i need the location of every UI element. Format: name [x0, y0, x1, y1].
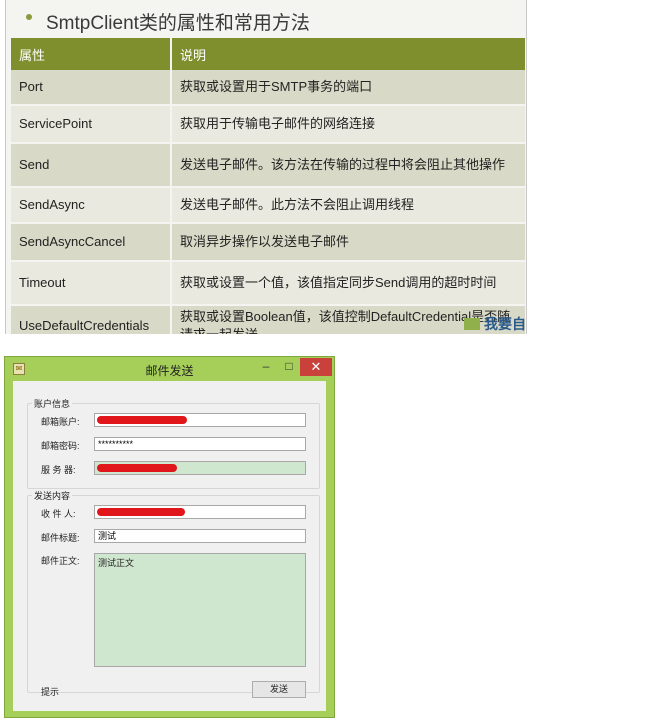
table-header-row: 属性 说明 — [11, 38, 526, 70]
recipient-label: 收 件 人: — [41, 509, 76, 519]
properties-table: 属性 说明 Port 获取或设置用于SMTP事务的端口 ServicePoint… — [11, 38, 526, 334]
watermark: 我要自 — [464, 314, 526, 334]
property-name: UseDefaultCredentials — [11, 305, 172, 334]
slide-title: SmtpClient类的属性和常用方法 — [46, 13, 310, 34]
property-name: Send — [11, 143, 172, 188]
password-field[interactable]: ********** — [94, 437, 306, 451]
window-client-area: 账户信息 邮箱账户: 邮箱密码: ********** 服 务 器: 发送内容 … — [13, 381, 326, 711]
server-label: 服 务 器: — [41, 465, 76, 475]
slide-panel: SmtpClient类的属性和常用方法 属性 说明 Port 获取或设置用于SM… — [5, 0, 527, 334]
maximize-button[interactable]: □ — [278, 359, 300, 375]
server-redaction — [97, 464, 177, 472]
header-description: 说明 — [171, 38, 526, 70]
content-group-label: 发送内容 — [32, 489, 73, 502]
property-desc: 发送电子邮件。该方法在传输的过程中将会阻止其他操作 — [171, 143, 526, 188]
property-name: ServicePoint — [11, 105, 172, 144]
property-name: SendAsync — [11, 187, 172, 224]
table-row: Port 获取或设置用于SMTP事务的端口 — [11, 70, 526, 106]
table-row: Send 发送电子邮件。该方法在传输的过程中将会阻止其他操作 — [11, 143, 526, 188]
property-desc: 发送电子邮件。此方法不会阻止调用线程 — [171, 187, 526, 224]
property-desc: 获取或设置一个值，该值指定同步Send调用的超时时间 — [171, 261, 526, 306]
close-button[interactable]: ✕ — [300, 358, 332, 376]
recipient-redaction — [97, 508, 185, 516]
table-row: SendAsyncCancel 取消异步操作以发送电子邮件 — [11, 223, 526, 262]
table-row: Timeout 获取或设置一个值，该值指定同步Send调用的超时时间 — [11, 261, 526, 306]
password-label: 邮箱密码: — [41, 441, 80, 451]
watermark-text: 我要自 — [484, 316, 526, 332]
table-row: UseDefaultCredentials 获取或设置Boolean值，该值控制… — [11, 305, 526, 334]
table-row: SendAsync 发送电子邮件。此方法不会阻止调用线程 — [11, 187, 526, 224]
hint-label: 提示 — [41, 687, 60, 697]
property-name: SendAsyncCancel — [11, 223, 172, 262]
table-row: ServicePoint 获取用于传输电子邮件的网络连接 — [11, 105, 526, 144]
body-textarea[interactable]: 测试正文 — [94, 553, 306, 667]
property-name: Timeout — [11, 261, 172, 306]
minimize-button[interactable]: – — [255, 359, 277, 375]
subject-field[interactable]: 测试 — [94, 529, 306, 543]
account-group-label: 账户信息 — [32, 397, 73, 410]
watermark-logo-icon — [464, 318, 480, 330]
subject-label: 邮件标题: — [41, 533, 80, 543]
body-label: 邮件正文: — [41, 556, 80, 566]
account-label: 邮箱账户: — [41, 417, 80, 427]
account-redaction — [97, 416, 187, 424]
property-desc: 获取用于传输电子邮件的网络连接 — [171, 105, 526, 144]
bullet-icon — [26, 14, 32, 20]
header-property: 属性 — [11, 38, 172, 70]
send-button[interactable]: 发送 — [252, 681, 306, 698]
property-desc: 取消异步操作以发送电子邮件 — [171, 223, 526, 262]
title-bar[interactable]: ✉ 邮件发送 – □ ✕ — [5, 357, 334, 381]
property-desc: 获取或设置用于SMTP事务的端口 — [171, 70, 526, 106]
property-name: Port — [11, 70, 172, 106]
mail-window: ✉ 邮件发送 – □ ✕ 账户信息 邮箱账户: 邮箱密码: **********… — [4, 356, 335, 718]
